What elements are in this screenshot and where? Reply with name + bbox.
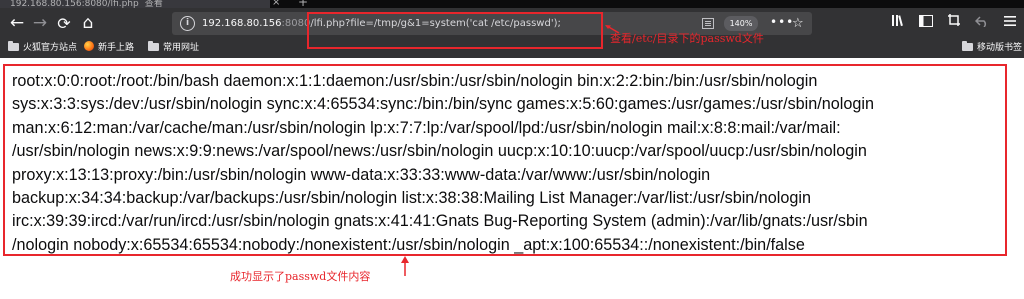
bookmark-star-icon[interactable]: ☆ [792,12,804,35]
forward-button[interactable]: → [29,8,51,39]
bookmark-getting-started[interactable]: 新手上路 [84,39,134,58]
folder-icon [148,41,159,51]
bookmark-label: 新手上路 [98,43,135,53]
back-button[interactable]: ← [6,8,28,39]
tab-close-icon[interactable]: × [272,0,280,8]
folder-icon [8,41,19,51]
bookmark-firefox-official[interactable]: 火狐官方站点 [8,39,77,58]
passwd-line: /usr/sbin/nologin news:x:9:9:news:/var/s… [12,142,867,161]
passwd-line: irc:x:39:39:ircd:/var/run/ircd:/usr/sbin… [12,212,868,231]
passwd-line: root:x:0:0:root:/root:/bin/bash daemon:x… [12,72,818,90]
mobile-bookmarks[interactable]: 移动版书签 [962,39,1022,58]
library-icon[interactable] [888,8,908,39]
active-tab[interactable]: 192.168.80.156:8080/lfi.php 查看 [0,0,270,8]
passwd-line: proxy:x:13:13:proxy:/bin:/usr/sbin/nolog… [12,165,711,184]
passwd-line: man:x:6:12:man:/var/cache/man:/usr/sbin/… [12,118,841,137]
folder-icon [962,41,973,51]
bookmark-common-sites[interactable]: 常用网址 [148,39,199,58]
url-highlight-box [307,12,603,49]
screenshot-icon[interactable] [944,8,964,39]
bookmark-label: 火狐官方站点 [23,43,78,53]
home-button[interactable]: ⌂ [77,8,99,39]
passwd-line: sys:x:3:3:sys:/dev:/usr/sbin/nologin syn… [12,95,874,114]
reader-view-icon[interactable] [702,18,714,29]
arrow-up-icon [401,256,409,276]
passwd-line: /nologin nobody:x:65534:65534:nobody:/no… [12,235,805,254]
passwd-highlight-box: root:x:0:0:root:/root:/bin/bash daemon:x… [3,64,1007,256]
bookmark-label: 常用网址 [163,43,200,53]
menu-icon-svg [1004,16,1016,26]
new-tab-button[interactable]: + [298,0,308,8]
firefox-icon [84,41,94,51]
tab-strip: 192.168.80.156:8080/lfi.php 查看 × + [0,0,1024,8]
passwd-line: backup:x:34:34:backup:/var/backups:/usr/… [12,189,812,208]
mobile-bookmarks-label: 移动版书签 [977,43,1023,53]
result-annotation: 成功显示了passwd文件内容 [230,270,371,283]
tab-title: 192.168.80.156:8080/lfi.php [10,0,139,8]
reload-button[interactable]: ⟳ [53,8,75,39]
url-host: 192.168.80.156 [202,18,282,29]
zoom-level-badge[interactable]: 140% [724,16,758,31]
tab-title-suffix: 查看 [144,0,163,8]
sidebar-icon-svg [919,15,933,27]
library-icon-svg [892,15,903,27]
undo-icon[interactable] [972,8,992,39]
undo-icon-svg [974,16,987,28]
screenshot-icon-svg [948,14,960,26]
passwd-output: root:x:0:0:root:/root:/bin/bash daemon:x… [12,70,1002,257]
page-actions-icon[interactable]: ••• [770,12,794,35]
sidebar-icon[interactable] [916,8,936,39]
menu-icon[interactable] [1000,8,1020,39]
site-info-icon[interactable]: i [180,16,195,31]
page-content: root:x:0:0:root:/root:/bin/bash daemon:x… [0,58,1024,299]
url-annotation: 查看/etc/目录下的passwd文件 [610,32,764,45]
